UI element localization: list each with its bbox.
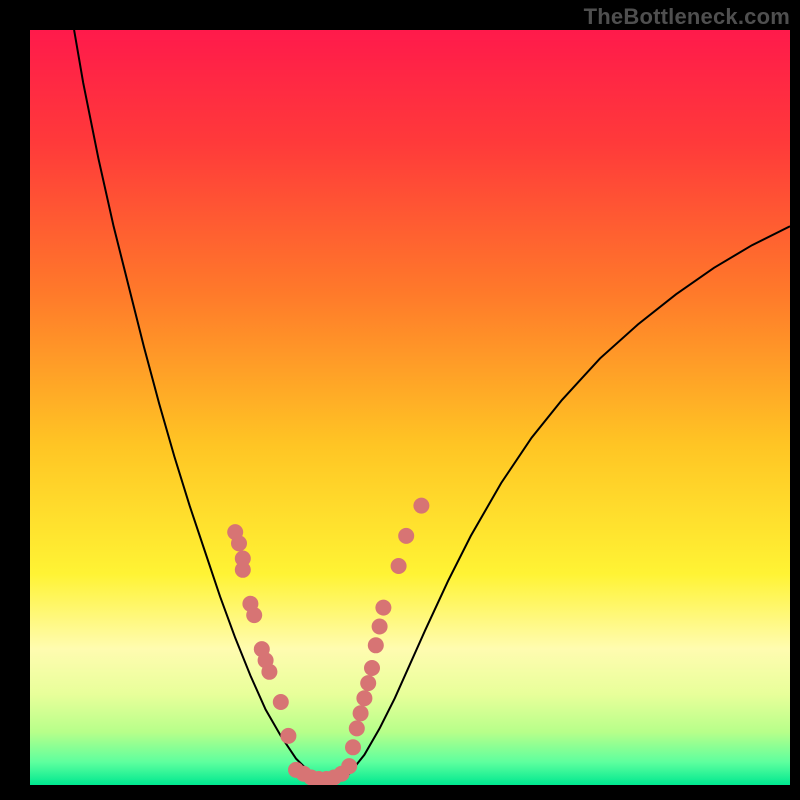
data-marker [345,739,361,755]
data-marker [353,705,369,721]
data-marker [273,694,289,710]
data-marker [246,607,262,623]
data-marker [372,619,388,635]
data-marker [349,720,365,736]
chart-stage: TheBottleneck.com [0,0,800,800]
data-marker [360,675,376,691]
data-marker [368,637,384,653]
plot-area [30,30,790,785]
data-marker [341,758,357,774]
data-marker [231,535,247,551]
watermark-text: TheBottleneck.com [584,4,790,30]
data-marker [280,728,296,744]
data-marker [398,528,414,544]
data-marker [375,600,391,616]
chart-svg [30,30,790,785]
data-marker [413,498,429,514]
data-marker [391,558,407,574]
data-marker [261,664,277,680]
data-marker [364,660,380,676]
gradient-background [30,30,790,785]
data-marker [356,690,372,706]
data-marker [235,562,251,578]
